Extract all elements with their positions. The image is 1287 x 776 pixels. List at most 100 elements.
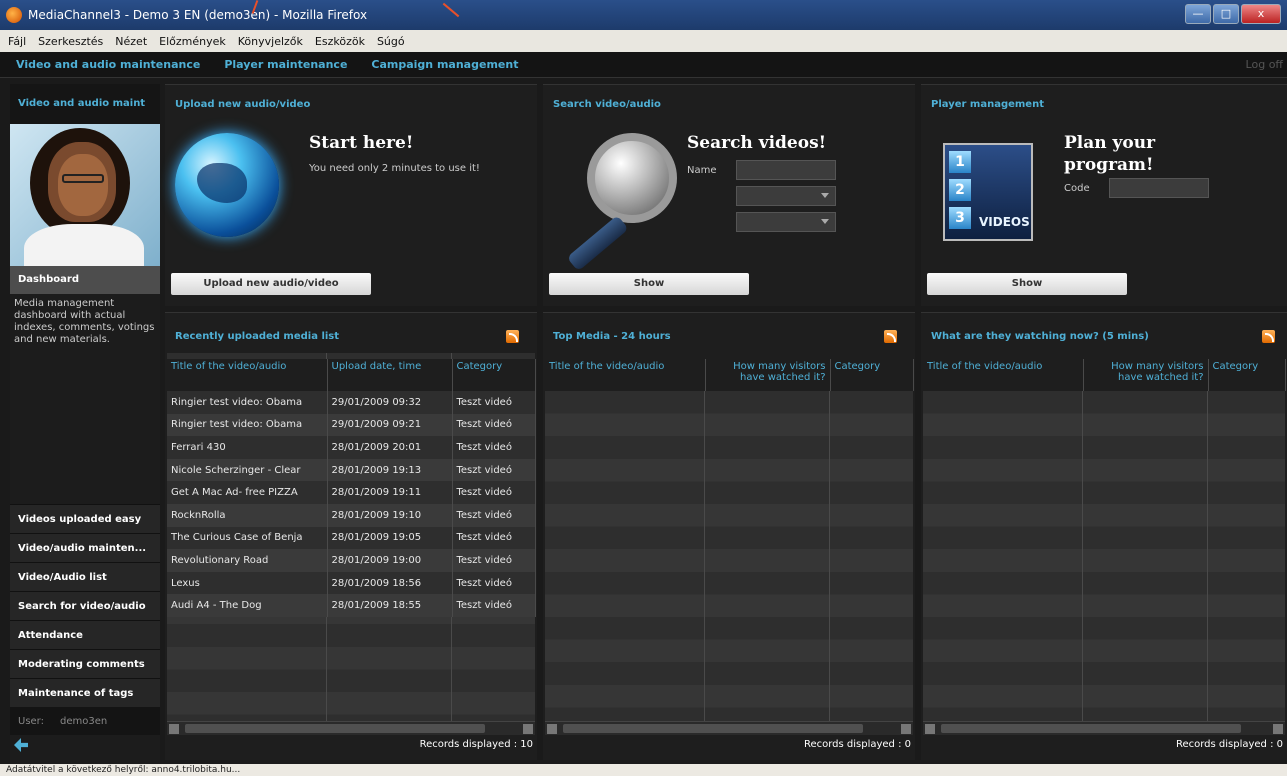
horizontal-scrollbar[interactable] bbox=[167, 721, 535, 735]
rss-icon[interactable] bbox=[1262, 330, 1275, 343]
clip-number: 2 bbox=[949, 179, 971, 201]
sidebar-item-search[interactable]: Search for video/audio bbox=[10, 591, 160, 620]
sidebar-item-video-audio-list[interactable]: Video/Audio list bbox=[10, 562, 160, 591]
recent-media-table: Title of the video/audio Upload date, ti… bbox=[167, 359, 536, 617]
column-header-title[interactable]: Title of the video/audio bbox=[167, 359, 328, 391]
upload-headline: Start here! bbox=[309, 133, 414, 153]
watching-now-panel: What are they watching now? (5 mins) Tit… bbox=[921, 312, 1287, 760]
sidebar-item-video-audio-maintenance[interactable]: Video/audio mainten... bbox=[10, 533, 160, 562]
sidebar-item-dashboard[interactable]: Dashboard bbox=[10, 266, 160, 294]
menu-bookmarks[interactable]: Könyvjelzők bbox=[238, 35, 303, 48]
cell-title: Ringier test video: Obama bbox=[167, 391, 328, 414]
globe-icon bbox=[175, 133, 279, 237]
scroll-right-arrow-icon[interactable] bbox=[1273, 724, 1283, 734]
sidebar-header: Video and audio maint bbox=[10, 84, 160, 124]
horizontal-scrollbar[interactable] bbox=[923, 721, 1285, 735]
scroll-thumb[interactable] bbox=[941, 724, 1241, 733]
close-button[interactable]: x bbox=[1241, 4, 1281, 24]
scroll-right-arrow-icon[interactable] bbox=[901, 724, 911, 734]
sidebar-item-maintenance-of-tags[interactable]: Maintenance of tags bbox=[10, 678, 160, 707]
scroll-thumb[interactable] bbox=[563, 724, 863, 733]
menu-tools[interactable]: Eszközök bbox=[315, 35, 365, 48]
menu-file[interactable]: Fájl bbox=[8, 35, 26, 48]
scroll-left-arrow-icon[interactable] bbox=[547, 724, 557, 734]
sidebar-item-videos-uploaded-easy[interactable]: Videos uploaded easy bbox=[10, 504, 160, 533]
table-row[interactable]: The Curious Case of Benja 28/01/2009 19:0… bbox=[167, 526, 536, 550]
cell-date: 28/01/2009 19:05 bbox=[327, 526, 453, 550]
rss-icon[interactable] bbox=[884, 330, 897, 343]
table-row[interactable]: Ringier test video: Obama 29/01/2009 09:2… bbox=[167, 413, 536, 437]
cell-date: 29/01/2009 09:32 bbox=[327, 391, 453, 414]
cell-date: 28/01/2009 19:11 bbox=[327, 481, 453, 504]
table-row[interactable]: Audi A4 - The Dog 28/01/2009 18:55 Teszt v… bbox=[167, 594, 536, 617]
code-label: Code bbox=[1064, 183, 1090, 194]
sidebar-item-moderating-comments[interactable]: Moderating comments bbox=[10, 649, 160, 678]
rss-icon[interactable] bbox=[506, 330, 519, 343]
player-headline-1: Plan your bbox=[1064, 133, 1156, 153]
column-header-category[interactable]: Category bbox=[830, 359, 914, 391]
search-panel-title: Search video/audio bbox=[553, 99, 661, 110]
table-row[interactable]: Ferrari 430 28/01/2009 20:01 Teszt videó bbox=[167, 436, 536, 459]
table-row[interactable]: Revolutionary Road 28/01/2009 19:00 Teszt … bbox=[167, 549, 536, 572]
cell-date: 28/01/2009 20:01 bbox=[327, 436, 453, 459]
horizontal-scrollbar[interactable] bbox=[545, 721, 913, 735]
upload-panel: Upload new audio/video Start here! You n… bbox=[165, 84, 537, 306]
cell-title: Ferrari 430 bbox=[167, 436, 328, 459]
minimize-button[interactable]: — bbox=[1185, 4, 1211, 24]
sidebar-item-attendance[interactable]: Attendance bbox=[10, 620, 160, 649]
user-label: User: bbox=[18, 716, 44, 727]
scroll-right-arrow-icon[interactable] bbox=[523, 724, 533, 734]
column-header-category[interactable]: Category bbox=[1208, 359, 1286, 391]
column-header-visitors[interactable]: How many visitors have watched it? bbox=[1083, 359, 1209, 391]
table-row[interactable]: Get A Mac Ad- free PIZZA 28/01/2009 19:11… bbox=[167, 481, 536, 504]
logoff-link[interactable]: Log off bbox=[1246, 58, 1283, 71]
cell-date: 28/01/2009 18:55 bbox=[327, 594, 453, 617]
search-select-2[interactable] bbox=[736, 212, 836, 232]
top-media-panel: Top Media - 24 hours Title of the video/… bbox=[543, 312, 915, 760]
cell-date: 28/01/2009 19:00 bbox=[327, 549, 453, 572]
table-row[interactable]: Ringier test video: Obama 29/01/2009 09:3… bbox=[167, 391, 536, 414]
player-show-button[interactable]: Show bbox=[927, 273, 1127, 295]
column-header-category[interactable]: Category bbox=[452, 359, 536, 391]
nav-player-maintenance[interactable]: Player maintenance bbox=[224, 58, 347, 71]
nav-video-audio-maintenance[interactable]: Video and audio maintenance bbox=[16, 58, 200, 71]
records-count: Records displayed : 0 bbox=[1175, 739, 1283, 750]
table-row[interactable]: Lexus 28/01/2009 18:56 Teszt videó bbox=[167, 571, 536, 595]
cell-category: Teszt videó bbox=[452, 503, 536, 527]
search-select-1[interactable] bbox=[736, 186, 836, 206]
cell-category: Teszt videó bbox=[452, 549, 536, 572]
upload-button[interactable]: Upload new audio/video bbox=[171, 273, 371, 295]
video-clapboard-icon: 1 2 3 VIDEOS bbox=[933, 133, 1043, 245]
cell-category: Teszt videó bbox=[452, 391, 536, 414]
clip-number: 1 bbox=[949, 151, 971, 173]
menu-history[interactable]: Előzmények bbox=[159, 35, 226, 48]
code-input[interactable] bbox=[1109, 178, 1209, 198]
menu-edit[interactable]: Szerkesztés bbox=[38, 35, 103, 48]
maximize-button[interactable]: □ bbox=[1213, 4, 1239, 24]
cell-date: 28/01/2009 19:10 bbox=[327, 503, 453, 527]
search-show-button[interactable]: Show bbox=[549, 273, 749, 295]
cell-title: Nicole Scherzinger - Clear bbox=[167, 458, 328, 482]
column-header-title[interactable]: Title of the video/audio bbox=[545, 359, 706, 391]
records-count: Records displayed : 0 bbox=[803, 739, 911, 750]
chevron-down-icon bbox=[821, 193, 829, 198]
column-header-visitors[interactable]: How many visitors have watched it? bbox=[705, 359, 831, 391]
menu-view[interactable]: Nézet bbox=[115, 35, 147, 48]
scroll-left-arrow-icon[interactable] bbox=[169, 724, 179, 734]
clip-number: 3 bbox=[949, 207, 971, 229]
collapse-arrow-icon[interactable] bbox=[14, 738, 28, 752]
name-input[interactable] bbox=[736, 160, 836, 180]
name-label: Name bbox=[687, 165, 717, 176]
menu-help[interactable]: Súgó bbox=[377, 35, 405, 48]
cell-date: 29/01/2009 09:21 bbox=[327, 413, 453, 437]
cell-category: Teszt videó bbox=[452, 481, 536, 504]
table-row[interactable]: RocknRolla 28/01/2009 19:10 Teszt videó bbox=[167, 503, 536, 527]
column-header-upload-date[interactable]: Upload date, time bbox=[327, 359, 453, 391]
table-row[interactable]: Nicole Scherzinger - Clear 28/01/2009 19:… bbox=[167, 458, 536, 482]
column-header-title[interactable]: Title of the video/audio bbox=[923, 359, 1084, 391]
recent-media-panel: Recently uploaded media list Title of th… bbox=[165, 312, 537, 760]
scroll-thumb[interactable] bbox=[185, 724, 485, 733]
player-panel-title: Player management bbox=[931, 99, 1044, 110]
scroll-left-arrow-icon[interactable] bbox=[925, 724, 935, 734]
nav-campaign-management[interactable]: Campaign management bbox=[371, 58, 518, 71]
